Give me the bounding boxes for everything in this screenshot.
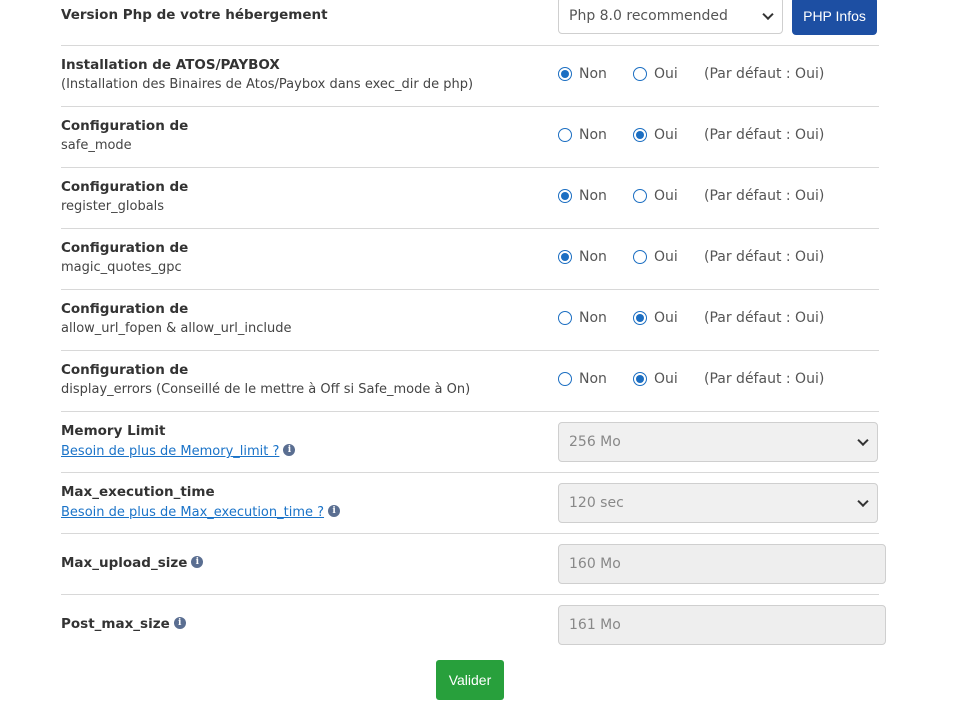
default-value-text: (Par défaut : Oui)	[704, 249, 825, 265]
memory-limit-select[interactable]: 256 Mo	[558, 422, 878, 462]
row-subtitle: allow_url_fopen & allow_url_include	[61, 321, 292, 336]
radio-non[interactable]: Non	[558, 127, 633, 143]
radio-circle	[558, 250, 572, 264]
chevron-down-icon	[857, 434, 869, 447]
max-execution-time-row: Max_execution_time Besoin de plus de Max…	[61, 473, 879, 534]
row-title: Configuration de	[61, 362, 189, 378]
max-execution-time-help-link[interactable]: Besoin de plus de Max_execution_time ?	[61, 505, 324, 520]
radio-group-display-errors: Non Oui (Par défaut : Oui)	[558, 371, 824, 387]
info-circle-icon[interactable]: i	[191, 556, 204, 568]
row-subtitle: (Installation des Binaires de Atos/Paybo…	[61, 77, 474, 92]
php-version-select[interactable]: Php 8.0 recommended	[558, 0, 783, 34]
radio-circle	[633, 189, 647, 203]
radio-non[interactable]: Non	[558, 310, 633, 326]
radio-group-atos-paybox: Non Oui (Par défaut : Oui)	[558, 66, 824, 82]
radio-group-register-globals: Non Oui (Par défaut : Oui)	[558, 188, 824, 204]
radio-non[interactable]: Non	[558, 371, 633, 387]
radio-circle	[558, 67, 572, 81]
php-version-selected: Php 8.0 recommended	[569, 7, 728, 24]
chevron-down-icon	[762, 8, 774, 20]
post-max-size-row: Post_max_size i 161 Mo	[61, 595, 886, 656]
radio-circle	[633, 67, 647, 81]
row-subtitle: register_globals	[61, 199, 165, 214]
radio-circle	[633, 311, 647, 325]
max-execution-time-selected: 120 sec	[569, 495, 624, 511]
row-subtitle: safe_mode	[61, 138, 132, 153]
radio-row-magic-quotes: Configuration de magic_quotes_gpc Non Ou…	[61, 229, 879, 290]
default-value-text: (Par défaut : Oui)	[704, 188, 825, 204]
info-circle-icon[interactable]: i	[173, 617, 186, 629]
default-value-text: (Par défaut : Oui)	[704, 66, 825, 82]
radio-circle	[633, 128, 647, 142]
chevron-down-icon	[857, 495, 869, 508]
info-circle-icon[interactable]: i	[283, 444, 296, 456]
radio-oui[interactable]: Oui	[633, 127, 704, 143]
info-circle-icon[interactable]: i	[328, 505, 341, 517]
max-upload-size-field[interactable]: 160 Mo	[558, 544, 886, 584]
radio-oui[interactable]: Oui	[633, 310, 704, 326]
php-version-row: Version Php de votre hébergement Php 8.0…	[61, 0, 879, 46]
memory-limit-row: Memory Limit Besoin de plus de Memory_li…	[61, 412, 879, 473]
radio-circle	[633, 372, 647, 386]
row-title: Post_max_size	[61, 616, 170, 632]
row-title: Configuration de	[61, 240, 189, 256]
radio-row-safe-mode: Configuration de safe_mode Non Oui (Par …	[61, 107, 879, 168]
memory-limit-selected: 256 Mo	[569, 434, 621, 450]
max-execution-time-select[interactable]: 120 sec	[558, 483, 878, 523]
row-title: Configuration de	[61, 179, 189, 195]
radio-oui[interactable]: Oui	[633, 371, 704, 387]
php-config-form: Version Php de votre hébergement Php 8.0…	[61, 0, 886, 656]
row-subtitle: magic_quotes_gpc	[61, 260, 182, 275]
row-title: Configuration de	[61, 301, 189, 317]
radio-oui[interactable]: Oui	[633, 66, 704, 82]
radio-circle	[558, 128, 572, 142]
radio-group-safe-mode: Non Oui (Par défaut : Oui)	[558, 127, 824, 143]
row-subtitle: display_errors (Conseillé de le mettre à…	[61, 382, 471, 397]
radio-oui[interactable]: Oui	[633, 188, 704, 204]
post-max-size-field[interactable]: 161 Mo	[558, 605, 886, 645]
php-infos-button[interactable]: PHP Infos	[792, 0, 877, 35]
radio-non[interactable]: Non	[558, 249, 633, 265]
radio-circle	[558, 189, 572, 203]
radio-row-atos-paybox: Installation de ATOS/PAYBOX (Installatio…	[61, 46, 879, 107]
radio-circle	[558, 372, 572, 386]
php-version-label: Version Php de votre hébergement	[61, 7, 328, 23]
radio-group-allow-url: Non Oui (Par défaut : Oui)	[558, 310, 824, 326]
row-title: Memory Limit	[61, 423, 166, 439]
row-title: Configuration de	[61, 118, 189, 134]
max-upload-size-row: Max_upload_size i 160 Mo	[61, 534, 886, 595]
radio-non[interactable]: Non	[558, 188, 633, 204]
radio-oui[interactable]: Oui	[633, 249, 704, 265]
radio-non[interactable]: Non	[558, 66, 633, 82]
row-title: Max_execution_time	[61, 484, 215, 500]
radio-circle	[633, 250, 647, 264]
row-title: Installation de ATOS/PAYBOX	[61, 57, 280, 73]
radio-row-display-errors: Configuration de display_errors (Conseil…	[61, 351, 879, 412]
radio-row-register-globals: Configuration de register_globals Non Ou…	[61, 168, 879, 229]
radio-circle	[558, 311, 572, 325]
radio-row-allow-url: Configuration de allow_url_fopen & allow…	[61, 290, 879, 351]
radio-group-magic-quotes: Non Oui (Par défaut : Oui)	[558, 249, 824, 265]
valider-button[interactable]: Valider	[436, 660, 504, 700]
row-title: Max_upload_size	[61, 555, 188, 571]
default-value-text: (Par défaut : Oui)	[704, 127, 825, 143]
default-value-text: (Par défaut : Oui)	[704, 310, 825, 326]
memory-limit-help-link[interactable]: Besoin de plus de Memory_limit ?	[61, 444, 279, 459]
default-value-text: (Par défaut : Oui)	[704, 371, 825, 387]
